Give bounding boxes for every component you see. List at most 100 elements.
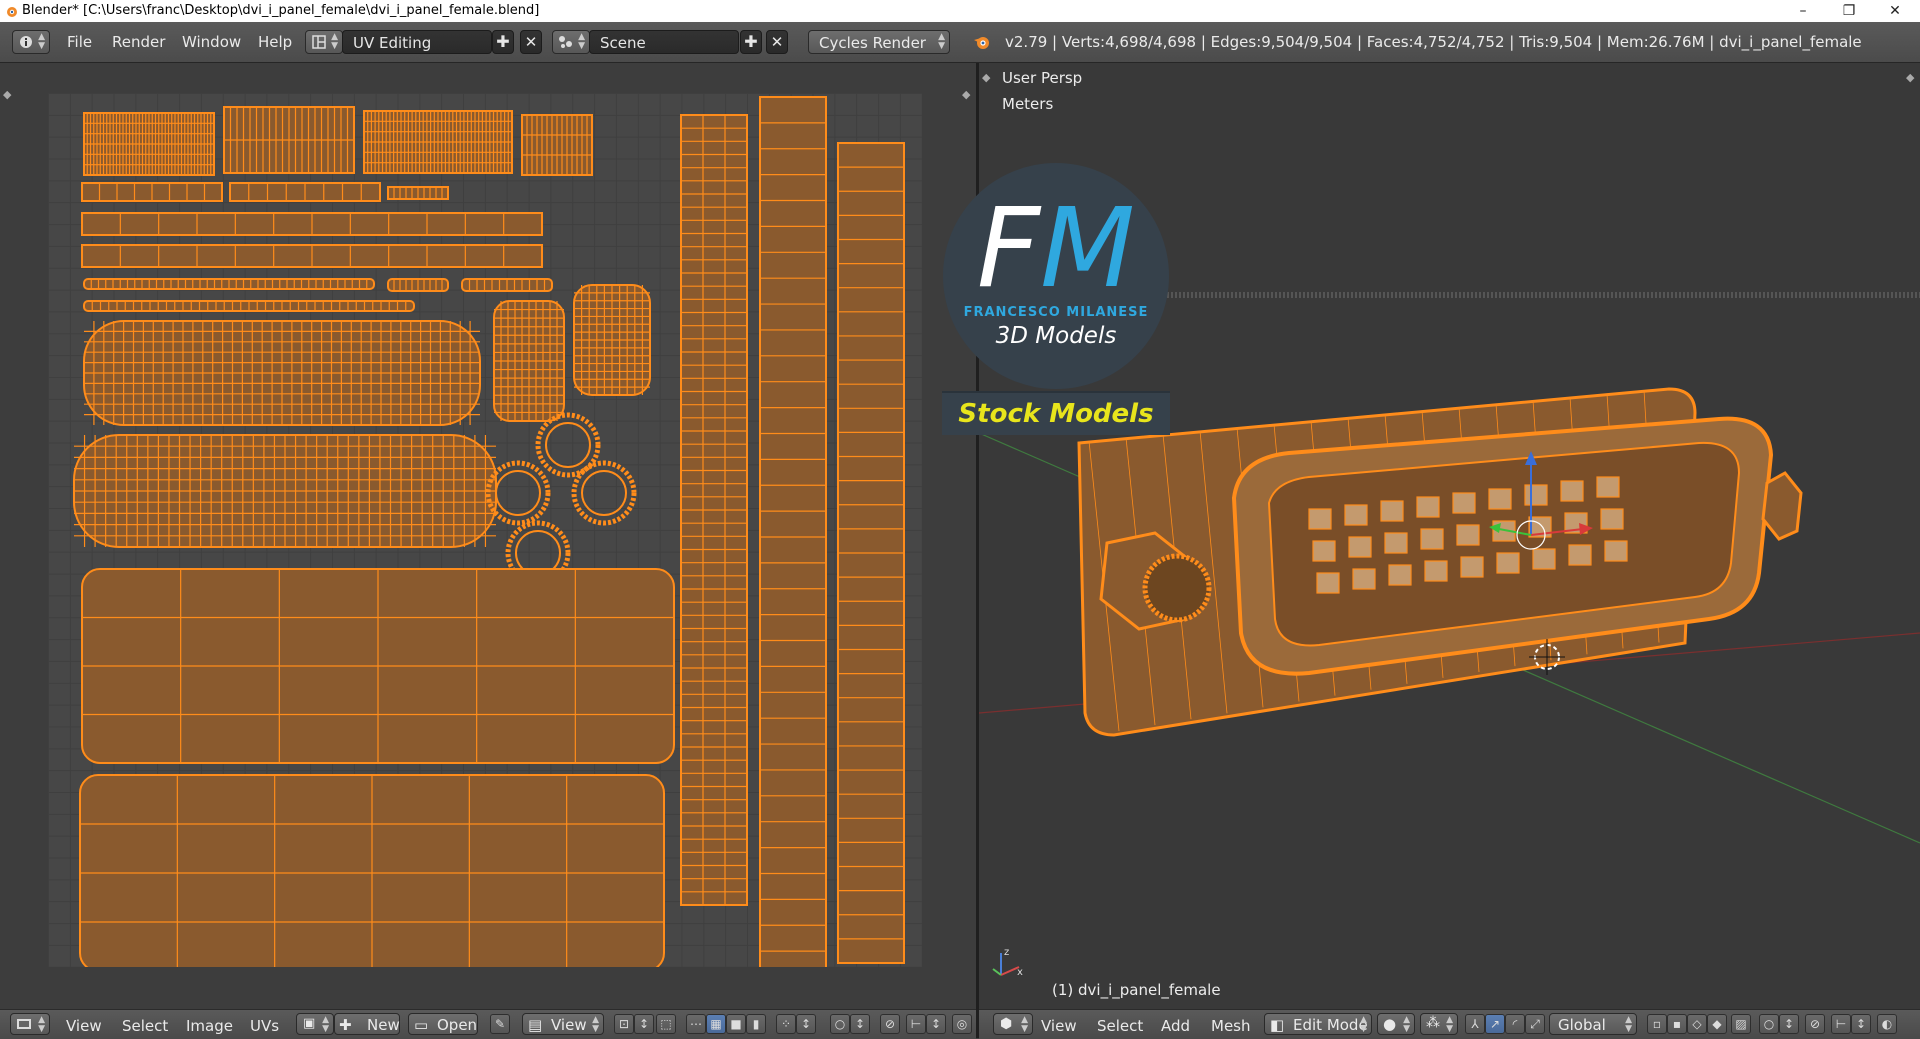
- pin-hole: [1416, 496, 1440, 518]
- snap-dropdown-icon[interactable]: ↕: [926, 1014, 946, 1034]
- remove-scene-button[interactable]: ✕: [766, 30, 788, 54]
- menu-help[interactable]: Help: [258, 33, 292, 51]
- info-header: ▲ ▼ File Render Window Help ▲ ▼ UV Editing…: [0, 22, 1920, 63]
- axis-gizmo-icon: z x: [992, 947, 1023, 978]
- uv-island: [83, 300, 415, 312]
- add-scene-button[interactable]: ✚: [740, 30, 762, 54]
- viewport-menu-select[interactable]: Select: [1097, 1017, 1143, 1035]
- uv-island: [83, 278, 375, 290]
- rotate-manipulator-icon[interactable]: ◜: [1505, 1014, 1525, 1034]
- pivot-icon[interactable]: ⊡: [614, 1014, 634, 1034]
- layer-icon[interactable]: ▫: [1647, 1014, 1667, 1034]
- scene-selector[interactable]: ▲ ▼: [552, 30, 590, 54]
- uv-editor-type-selector[interactable]: ▲ ▼: [10, 1013, 50, 1035]
- transform-orientation-dropdown[interactable]: Global ▲ ▼: [1549, 1013, 1637, 1035]
- dropdown-arrows-icon: ▲ ▼: [322, 1015, 329, 1034]
- maximize-button[interactable]: ❐: [1826, 0, 1872, 22]
- pin-icon[interactable]: ✎: [490, 1014, 510, 1034]
- render-engine-label: Cycles Render: [819, 34, 926, 52]
- logo-banner-text: Stock Models: [958, 399, 1154, 429]
- render-engine-dropdown[interactable]: Cycles Render ▲ ▼: [808, 30, 950, 54]
- edge-select-icon[interactable]: ▦: [706, 1014, 726, 1034]
- svg-text:x: x: [1017, 967, 1023, 978]
- render-slot-icon[interactable]: ◎: [952, 1014, 972, 1034]
- dropdown-arrows-icon: ▲ ▼: [592, 1015, 599, 1034]
- pin-hole: [1532, 548, 1556, 570]
- island-select-icon[interactable]: ▮: [746, 1014, 766, 1034]
- pin-hole: [1600, 508, 1624, 530]
- open-image-button[interactable]: ▭ Open: [408, 1013, 478, 1035]
- dropdown-arrows-icon: ▲ ▼: [938, 32, 945, 51]
- minimize-button[interactable]: –: [1780, 0, 1826, 22]
- menu-file[interactable]: File: [67, 33, 92, 51]
- snap-icon[interactable]: ⊘: [880, 1014, 900, 1034]
- uv-island: [363, 110, 513, 174]
- uv-grid[interactable]: [48, 93, 922, 978]
- add-screen-button[interactable]: ✚: [492, 30, 514, 54]
- solid-shading-icon: ●: [1383, 1015, 1397, 1033]
- viewport-menu-view[interactable]: View: [1041, 1017, 1077, 1035]
- proportional-dropdown-icon[interactable]: ↕: [850, 1014, 870, 1034]
- uv-menu-view[interactable]: View: [66, 1017, 102, 1035]
- fm-logo: FM FRANCESCO MILANESE 3D Models: [943, 163, 1169, 389]
- proportional-edit-icon[interactable]: ○: [830, 1014, 850, 1034]
- image-browse-button[interactable]: ▣ ▲ ▼: [296, 1013, 334, 1035]
- uv-image-editor[interactable]: ◆ ◆: [0, 63, 976, 1009]
- viewport-menu-mesh[interactable]: Mesh: [1211, 1017, 1251, 1035]
- uv-island: [81, 212, 543, 236]
- pin-hole: [1456, 524, 1480, 546]
- viewport-footer: ⬢ ▲ ▼ View Select Add Mesh ◧ Edit Mode ▲ ▼…: [979, 1009, 1920, 1039]
- pivot-dropdown-icon[interactable]: ↕: [634, 1014, 654, 1034]
- editor-type-selector[interactable]: ▲ ▼: [12, 30, 50, 54]
- scene-field[interactable]: Scene: [589, 30, 739, 54]
- uv-menu-image[interactable]: Image: [186, 1017, 233, 1035]
- scale-manipulator-icon[interactable]: ⤢: [1525, 1014, 1545, 1034]
- sticky-dropdown-icon[interactable]: ↕: [796, 1014, 816, 1034]
- viewport-menu-add[interactable]: Add: [1161, 1017, 1190, 1035]
- manipulator-toggle-icon[interactable]: ⅄: [1465, 1014, 1485, 1034]
- pin-hole: [1496, 552, 1520, 574]
- new-image-button[interactable]: ✚ New: [334, 1013, 400, 1035]
- snap-target-icon[interactable]: ⊢: [1831, 1014, 1851, 1034]
- area-split-corner-icon[interactable]: ◆: [962, 88, 970, 101]
- translate-manipulator-icon[interactable]: ↗: [1485, 1014, 1505, 1034]
- proportional-edit-icon[interactable]: ○: [1759, 1014, 1779, 1034]
- remove-screen-button[interactable]: ✕: [520, 30, 542, 54]
- vertex-mode-icon[interactable]: ▪: [1667, 1014, 1687, 1034]
- blender-logo-icon: [974, 37, 989, 49]
- proportional-dropdown-icon[interactable]: ↕: [1779, 1014, 1799, 1034]
- view-mode-dropdown[interactable]: ▤ View ▲ ▼: [522, 1013, 604, 1035]
- close-window-button[interactable]: ✕: [1872, 0, 1918, 22]
- viewport-editor-type-selector[interactable]: ⬢ ▲ ▼: [993, 1013, 1033, 1035]
- uv-island: [387, 186, 449, 200]
- uv-island: [493, 300, 565, 422]
- interaction-mode-dropdown[interactable]: ◧ Edit Mode ▲ ▼: [1264, 1013, 1372, 1035]
- vertex-select-icon[interactable]: ⋯: [686, 1014, 706, 1034]
- svg-text:z: z: [1004, 947, 1009, 958]
- screen-layout-field[interactable]: UV Editing: [342, 30, 492, 54]
- sync-selection-icon[interactable]: ⬚: [656, 1014, 676, 1034]
- pivot-point-dropdown[interactable]: ⁂ ▲ ▼: [1420, 1013, 1458, 1035]
- snap-dropdown-icon[interactable]: ↕: [1851, 1014, 1871, 1034]
- face-mode-icon[interactable]: ◆: [1707, 1014, 1727, 1034]
- screen-layout-selector[interactable]: ▲ ▼: [305, 30, 343, 54]
- uv-menu-select[interactable]: Select: [122, 1017, 168, 1035]
- snap-icon[interactable]: ⊘: [1805, 1014, 1825, 1034]
- area-split-corner-icon[interactable]: ◆: [3, 88, 11, 101]
- menu-window[interactable]: Window: [182, 33, 241, 51]
- render-preview-icon[interactable]: ◐: [1877, 1014, 1897, 1034]
- uv-island: [387, 278, 449, 292]
- face-select-icon[interactable]: ■: [726, 1014, 746, 1034]
- sticky-select-icon[interactable]: ⁘: [776, 1014, 796, 1034]
- menu-render[interactable]: Render: [112, 33, 165, 51]
- scene-statistics: v2.79 | Verts:4,698/4,698 | Edges:9,504/…: [1005, 33, 1862, 51]
- dropdown-arrows-icon: ▲ ▼: [1403, 1015, 1410, 1034]
- snap-target-icon[interactable]: ⊢: [906, 1014, 926, 1034]
- pin-hole: [1308, 508, 1332, 530]
- edge-mode-icon[interactable]: ◇: [1687, 1014, 1707, 1034]
- occlude-geometry-icon[interactable]: ▨: [1731, 1014, 1751, 1034]
- uv-islands[interactable]: [48, 93, 922, 978]
- uv-ring-island: [581, 470, 627, 516]
- uv-menu-uvs[interactable]: UVs: [250, 1017, 279, 1035]
- viewport-shading-dropdown[interactable]: ● ▲ ▼: [1377, 1013, 1415, 1035]
